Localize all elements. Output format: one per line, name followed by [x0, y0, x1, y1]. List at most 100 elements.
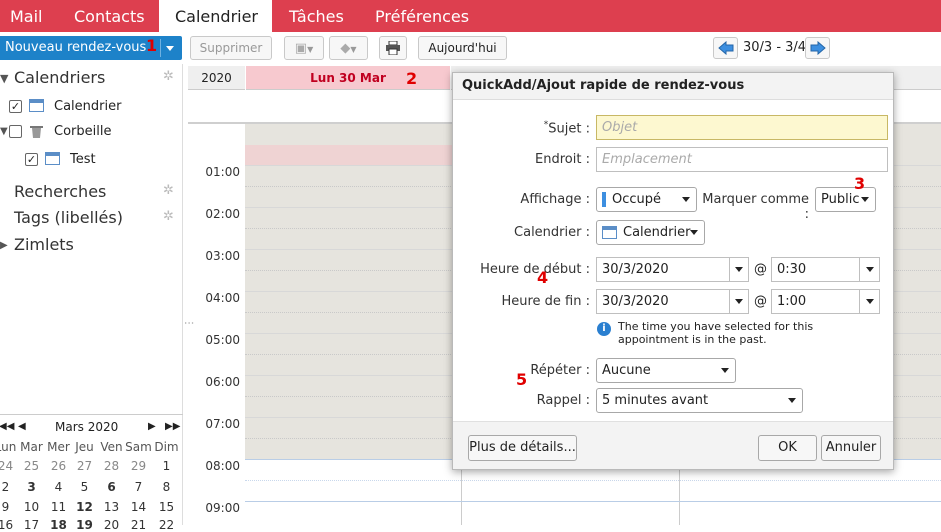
calendar-checkbox[interactable]: ✓	[9, 100, 22, 113]
print-options-button[interactable]: ▣▼	[284, 36, 324, 60]
start-date-dropdown[interactable]	[729, 257, 749, 282]
annotation-3: 3	[854, 174, 866, 193]
mini-calendar-day[interactable]: 13	[98, 500, 125, 514]
mini-calendar-day[interactable]: 1	[153, 459, 180, 473]
mini-calendar-day[interactable]: 6	[98, 480, 125, 494]
mini-calendar-day[interactable]: 19	[71, 518, 98, 532]
end-date-dropdown[interactable]	[729, 289, 749, 314]
start-time-input[interactable]: 0:30	[771, 257, 860, 282]
weekday-header: Mer	[47, 440, 70, 454]
reminder-select[interactable]: 5 minutes avant	[596, 388, 803, 413]
next-year-icon[interactable]: ▶▶	[165, 421, 180, 432]
chevron-down-icon	[788, 398, 796, 403]
start-time-label: Heure de début :	[480, 262, 590, 277]
display-select[interactable]: Occupé	[596, 187, 697, 212]
tags-header[interactable]: Tags (libellés)	[14, 208, 123, 227]
end-date-input[interactable]: 30/3/2020	[596, 289, 730, 314]
mini-calendar-day[interactable]: 27	[71, 459, 98, 473]
start-time-dropdown[interactable]	[859, 257, 880, 282]
mini-calendar-day[interactable]: 20	[98, 518, 125, 532]
calendar-value: Calendrier	[623, 225, 691, 240]
mini-calendar-day[interactable]: 5	[71, 480, 98, 494]
end-time-dropdown[interactable]	[859, 289, 880, 314]
day-header[interactable]: Lun 30 Mar	[246, 66, 450, 90]
mini-calendar-day[interactable]: 25	[18, 459, 45, 473]
gear-icon[interactable]: ✲	[163, 183, 174, 198]
tab-calendar[interactable]: Calendrier	[159, 0, 272, 33]
expand-triangle-icon[interactable]: ▶	[0, 240, 8, 251]
expand-triangle-icon[interactable]: ▼	[0, 126, 8, 137]
start-date-input[interactable]: 30/3/2020	[596, 257, 730, 282]
mini-calendar-day[interactable]: 15	[153, 500, 180, 514]
cancel-button[interactable]: Annuler	[821, 435, 881, 461]
previous-range-button[interactable]	[713, 37, 738, 59]
sidebar-item-corbeille[interactable]: Corbeille	[54, 124, 111, 139]
calendar-select[interactable]: Calendrier	[596, 220, 705, 245]
mini-calendar-day[interactable]: 24	[0, 459, 19, 473]
mini-calendar-day[interactable]: 12	[71, 500, 98, 514]
mini-calendar-day[interactable]: 4	[45, 480, 72, 494]
mini-calendar-day[interactable]: 10	[18, 500, 45, 514]
mini-calendar-day[interactable]: 28	[98, 459, 125, 473]
annotation-1: 1	[146, 36, 158, 55]
mini-calendar-day[interactable]: 16	[0, 518, 19, 532]
selected-timeslot[interactable]	[245, 145, 461, 166]
more-details-button[interactable]: Plus de détails...	[468, 435, 577, 461]
app-tab-bar: Mail Contacts Calendrier Tâches Préféren…	[0, 0, 941, 33]
mini-calendar-day[interactable]: 22	[153, 518, 180, 532]
mini-calendar-month: Mars 2020	[55, 420, 119, 434]
gear-icon[interactable]: ✲	[163, 69, 174, 84]
mini-calendar-day[interactable]: 21	[125, 518, 152, 532]
end-time-input[interactable]: 1:00	[771, 289, 860, 314]
arrow-left-icon	[717, 40, 733, 56]
calendars-header[interactable]: Calendriers	[14, 68, 105, 87]
test-checkbox[interactable]: ✓	[25, 153, 38, 166]
next-range-button[interactable]	[805, 37, 830, 59]
tag-button[interactable]: ◆▼	[329, 36, 368, 60]
repeat-value: Aucune	[602, 363, 651, 378]
mini-calendar-day[interactable]: 8	[153, 480, 180, 494]
mini-calendar-day[interactable]: 7	[125, 480, 152, 494]
next-month-icon[interactable]: ▶	[148, 421, 156, 432]
print-button[interactable]	[379, 36, 407, 60]
sidebar-item-test[interactable]: Test	[70, 152, 96, 167]
location-input[interactable]: Emplacement	[596, 147, 888, 172]
searches-header[interactable]: Recherches	[14, 182, 106, 201]
busy-color-icon	[602, 192, 606, 207]
previous-year-icon[interactable]: ◀◀	[0, 421, 14, 432]
trash-checkbox[interactable]	[9, 125, 22, 138]
mini-calendar-day[interactable]: 11	[45, 500, 72, 514]
toolbar: Nouveau rendez-vous 1 Supprimer ▣▼ ◆▼ Au…	[0, 32, 941, 64]
chevron-down-icon	[866, 267, 874, 272]
half-hour-line	[245, 480, 941, 481]
today-button[interactable]: Aujourd'hui	[418, 36, 507, 60]
chevron-down-icon[interactable]	[166, 46, 174, 51]
mini-calendar-day[interactable]: 17	[18, 518, 45, 532]
sidebar-item-calendrier[interactable]: Calendrier	[54, 99, 121, 114]
repeat-select[interactable]: Aucune	[596, 358, 736, 383]
location-label: Endroit :	[535, 152, 590, 167]
subject-input[interactable]: Objet	[596, 115, 888, 140]
dialog-title[interactable]: QuickAdd/Ajout rapide de rendez-vous	[453, 73, 893, 100]
tab-tasks[interactable]: Tâches	[289, 0, 344, 32]
ok-button[interactable]: OK	[758, 435, 817, 461]
chevron-down-icon	[735, 299, 743, 304]
mini-calendar-day[interactable]: 26	[45, 459, 72, 473]
delete-button[interactable]: Supprimer	[190, 36, 272, 60]
zimlets-header[interactable]: Zimlets	[14, 235, 74, 254]
mini-calendar-day[interactable]: 14	[125, 500, 152, 514]
tab-preferences[interactable]: Préférences	[375, 0, 469, 32]
mini-calendar-day[interactable]: 3	[18, 480, 45, 494]
tab-contacts[interactable]: Contacts	[74, 0, 145, 32]
mark-as-select[interactable]: Public	[815, 187, 876, 212]
hour-label: 04:00	[205, 291, 240, 305]
gear-icon[interactable]: ✲	[163, 209, 174, 224]
mini-calendar-day[interactable]: 2	[0, 480, 19, 494]
mini-calendar-day[interactable]: 29	[125, 459, 152, 473]
tab-mail[interactable]: Mail	[10, 0, 43, 32]
mini-calendar-day[interactable]: 18	[45, 518, 72, 532]
weekday-header: Jeu	[75, 440, 94, 454]
collapse-triangle-icon[interactable]: ▼	[0, 72, 8, 85]
previous-month-icon[interactable]: ◀	[18, 421, 26, 432]
mini-calendar-day[interactable]: 9	[0, 500, 19, 514]
